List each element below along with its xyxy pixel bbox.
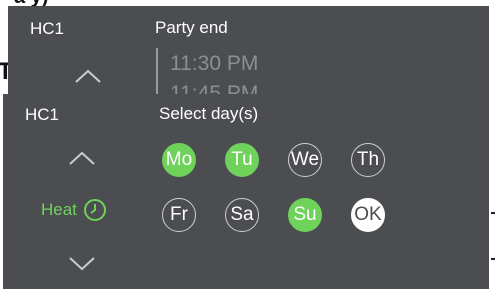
day-button-th[interactable]: Th — [351, 143, 385, 177]
chevron-up-icon[interactable] — [73, 66, 103, 86]
clock-icon — [83, 199, 106, 221]
day-button-sa[interactable]: Sa — [225, 198, 259, 232]
mode-indicator[interactable]: Heat — [41, 198, 107, 222]
chevron-up-icon[interactable] — [67, 148, 97, 168]
day-button-tu[interactable]: Tu — [225, 143, 259, 177]
ok-button[interactable]: OK — [351, 198, 385, 232]
day-button-fr[interactable]: Fr — [162, 198, 196, 232]
page-edge — [489, 0, 495, 289]
scroll-indicator — [156, 48, 158, 98]
heating-circuit-label: HC1 — [25, 105, 60, 124]
chevron-down-icon[interactable] — [67, 254, 97, 274]
panel-title: Select day(s) — [159, 104, 259, 123]
party-end-panel: HC1 Party end 11:30 PM 11:45 PM — [8, 6, 489, 105]
day-button-mo[interactable]: Mo — [162, 143, 196, 177]
mode-label: Heat — [41, 200, 77, 219]
day-button-we[interactable]: We — [288, 143, 322, 177]
time-option[interactable]: 11:30 PM — [170, 52, 258, 76]
day-button-su[interactable]: Su — [288, 198, 322, 232]
page-mark — [491, 258, 495, 260]
page-mark — [491, 212, 495, 214]
select-days-panel: HC1 Select day(s) Heat Mo Tu We Th Fr Sa… — [3, 94, 489, 289]
screen: a y) T HC1 Party end 11:30 PM 11:45 PM H… — [0, 0, 495, 289]
panel-title: Party end — [155, 18, 228, 37]
heating-circuit-label: HC1 — [30, 19, 65, 38]
